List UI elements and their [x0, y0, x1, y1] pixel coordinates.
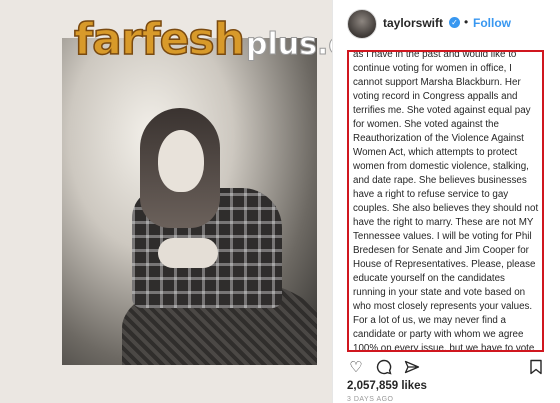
share-icon[interactable] [403, 359, 421, 377]
post-side-panel: taylorswift ✓ • Follow as I have in the … [332, 0, 560, 403]
post-photo[interactable] [62, 38, 317, 365]
post-photo-panel: farfesh plus.com [0, 0, 399, 403]
caption-highlight-box: as I have in the past and would like to … [347, 50, 544, 352]
face [158, 130, 204, 192]
bookmark-icon[interactable] [527, 359, 545, 377]
verified-check-icon: ✓ [449, 17, 460, 28]
watermark-main-text: farfesh [73, 13, 246, 66]
avatar[interactable] [347, 9, 377, 39]
post-header: taylorswift ✓ • Follow [333, 0, 560, 46]
username-link[interactable]: taylorswift [383, 16, 443, 30]
post-caption: as I have in the past and would like to … [353, 50, 539, 352]
arm [158, 238, 218, 268]
comment-icon[interactable] [375, 359, 393, 377]
follow-button[interactable]: Follow [473, 16, 511, 30]
post-timestamp[interactable]: 3 DAYS AGO [347, 396, 394, 403]
post-actions: ♡ [347, 359, 547, 377]
header-separator: • [464, 15, 469, 29]
likes-count[interactable]: 2,057,859 likes [347, 380, 427, 392]
heart-icon[interactable]: ♡ [347, 359, 365, 377]
